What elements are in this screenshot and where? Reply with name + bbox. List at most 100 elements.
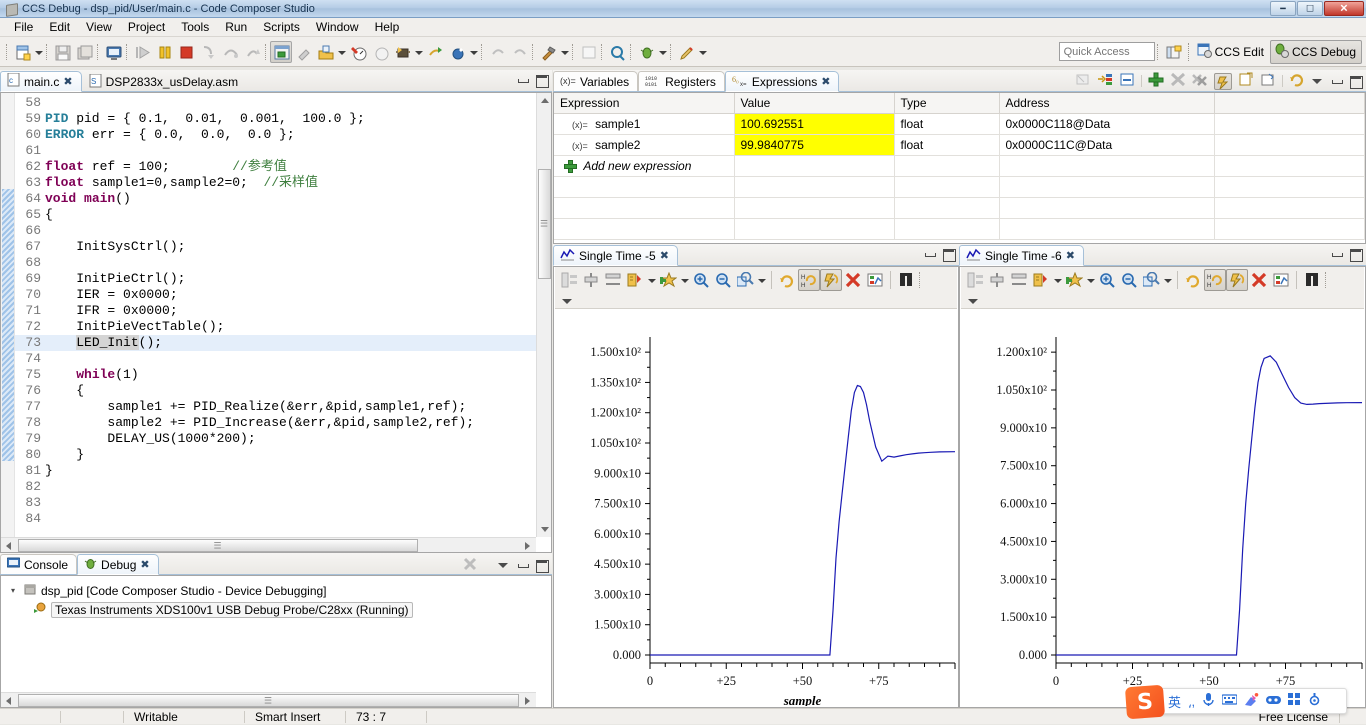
maximize-icon[interactable] <box>535 74 548 87</box>
line-text[interactable]: PID pid = { 0.1, 0.01, 0.001, 100.0 }; <box>41 111 365 127</box>
suspend-icon[interactable] <box>153 41 175 63</box>
apps-icon[interactable] <box>1288 693 1301 709</box>
toolbar-grip-7[interactable] <box>530 42 537 62</box>
menu-run[interactable]: Run <box>217 18 255 36</box>
value-cell[interactable]: 100.692551 <box>734 113 894 134</box>
debug-tree-row-thread[interactable]: Texas Instruments XDS100v1 USB Debug Pro… <box>7 600 551 619</box>
profile-icon[interactable] <box>446 41 468 63</box>
graph-toolbar-overflow[interactable] <box>917 270 924 290</box>
paint-icon[interactable] <box>1244 693 1259 710</box>
scale-icon[interactable] <box>1030 269 1052 291</box>
code-line-62[interactable]: 62float ref = 100; //参考值 <box>15 159 551 175</box>
menu-view[interactable]: View <box>78 18 120 36</box>
scroll-up-icon[interactable] <box>537 93 551 108</box>
editor-tab-main-c[interactable]: c main.c ✖ <box>0 71 82 92</box>
ime-toolbar[interactable]: S 英 ⸲, <box>1131 688 1347 714</box>
add-expression-row[interactable]: Add new expression <box>554 155 1365 176</box>
enable-watch-icon[interactable] <box>1214 73 1232 90</box>
ime-punctuation-icon[interactable]: ⸲, <box>1188 692 1195 710</box>
twisty-expanded-icon[interactable]: ▾ <box>7 586 19 595</box>
toolbar-grip-8[interactable] <box>570 42 577 62</box>
restore-button[interactable]: ☐ <box>1297 1 1323 16</box>
value-cell[interactable]: 99.9840775 <box>734 134 894 155</box>
scale-dropdown[interactable] <box>646 269 657 291</box>
col-value[interactable]: Value <box>734 93 894 113</box>
menu-scripts[interactable]: Scripts <box>255 18 308 36</box>
toolbar-grip-12[interactable] <box>1155 42 1162 62</box>
scale-icon[interactable] <box>624 269 646 291</box>
maximize-icon[interactable] <box>942 248 955 261</box>
code-line-84[interactable]: 84 <box>15 511 551 527</box>
graph-toolbar-overflow[interactable] <box>1323 270 1330 290</box>
tab-single-time-5[interactable]: Single Time -5 ✖ <box>553 245 678 266</box>
ime-mode-label[interactable]: 英 <box>1168 692 1181 711</box>
line-text[interactable]: } <box>41 447 84 463</box>
connect-target-dropdown[interactable] <box>413 41 424 63</box>
code-line-83[interactable]: 83 <box>15 495 551 511</box>
debug-launch-icon[interactable] <box>347 41 369 63</box>
code-line-70[interactable]: 70 IER = 0x0000; <box>15 287 551 303</box>
continuous-refresh-h-icon[interactable]: HH <box>798 269 820 291</box>
code-line-58[interactable]: 58 <box>15 95 551 111</box>
view-menu-icon[interactable] <box>497 559 510 572</box>
add-marker-dropdown[interactable] <box>1085 269 1096 291</box>
tab-debug[interactable]: Debug ✖ <box>77 554 159 575</box>
code-line-61[interactable]: 61 <box>15 143 551 159</box>
close-icon[interactable]: ✖ <box>821 75 830 88</box>
edit-watchpoint-icon[interactable] <box>1260 72 1276 90</box>
scroll-right-icon[interactable] <box>521 538 536 552</box>
console-icon[interactable] <box>102 41 124 63</box>
line-text[interactable]: void main() <box>41 191 131 207</box>
tab-expressions[interactable]: 6₀x= Expressions ✖ <box>725 71 840 92</box>
code-area[interactable]: 5859PID pid = { 0.1, 0.01, 0.001, 100.0 … <box>1 93 551 552</box>
code-line-72[interactable]: 72 InitPieVectTable(); <box>15 319 551 335</box>
open-perspective-icon[interactable] <box>1162 41 1184 63</box>
zoom-out-icon[interactable] <box>1118 269 1140 291</box>
hscroll-thumb[interactable]: ☰ <box>18 539 418 552</box>
code-line-82[interactable]: 82 <box>15 479 551 495</box>
new-file-dropdown[interactable] <box>33 41 44 63</box>
sogou-logo-icon[interactable]: S <box>1125 685 1165 720</box>
debug-dropdown[interactable] <box>657 41 668 63</box>
maximize-icon[interactable] <box>1349 75 1362 88</box>
minimize-icon[interactable] <box>516 559 529 572</box>
toolbar-grip-3[interactable] <box>95 42 102 62</box>
vscroll-thumb[interactable]: ☰ <box>538 169 551 279</box>
code-line-79[interactable]: 79 DELAY_US(1000*200); <box>15 431 551 447</box>
code-line-63[interactable]: 63float sample1=0,sample2=0; //采样值 <box>15 175 551 191</box>
editor-hscrollbar[interactable]: ☰ <box>1 537 536 552</box>
debug-tree-row-launch[interactable]: ▾ dsp_pid [Code Composer Studio - Device… <box>7 581 551 600</box>
zoom-in-icon[interactable] <box>1096 269 1118 291</box>
code-line-66[interactable]: 66 <box>15 223 551 239</box>
instruction-stepping-icon[interactable] <box>270 41 292 63</box>
code-line-68[interactable]: 68 <box>15 255 551 271</box>
load-program-icon[interactable] <box>314 41 336 63</box>
tab-registers[interactable]: 10100101 Registers <box>638 71 725 92</box>
line-text[interactable]: while(1) <box>41 367 139 383</box>
code-line-69[interactable]: 69 InitPieCtrl(); <box>15 271 551 287</box>
debug-icon[interactable] <box>635 41 657 63</box>
tab-single-time-6[interactable]: Single Time -6 ✖ <box>959 245 1084 266</box>
scale-dropdown[interactable] <box>1052 269 1063 291</box>
tab-console[interactable]: Console <box>0 554 77 575</box>
chevron-down-icon[interactable] <box>561 295 574 308</box>
scroll-down-icon[interactable] <box>537 522 551 537</box>
code-line-74[interactable]: 74 <box>15 351 551 367</box>
line-text[interactable]: } <box>41 463 53 479</box>
maximize-icon[interactable] <box>1349 248 1362 261</box>
table-row[interactable]: (x)= sample2 99.9840775 float 0x0000C11C… <box>554 134 1365 155</box>
close-button[interactable]: ✕ <box>1324 1 1364 16</box>
close-icon[interactable]: ✖ <box>140 558 149 571</box>
toolbar-grip-4[interactable] <box>124 42 131 62</box>
menu-project[interactable]: Project <box>120 18 173 36</box>
code-line-80[interactable]: 80 } <box>15 447 551 463</box>
keyboard-icon[interactable] <box>1222 693 1237 709</box>
line-text[interactable]: sample2 += PID_Increase(&err,&pid,sample… <box>41 415 474 431</box>
code-lines[interactable]: 5859PID pid = { 0.1, 0.01, 0.001, 100.0 … <box>15 95 551 552</box>
code-line-73[interactable]: 73 LED_Init(); <box>15 335 551 351</box>
search-icon[interactable] <box>606 41 628 63</box>
editor-tab-asm[interactable]: S DSP2833x_usDelay.asm <box>82 71 248 92</box>
line-text[interactable]: LED_Init(); <box>41 335 162 351</box>
new-file-icon[interactable] <box>11 41 33 63</box>
line-text[interactable]: float ref = 100; //参考值 <box>41 159 287 175</box>
